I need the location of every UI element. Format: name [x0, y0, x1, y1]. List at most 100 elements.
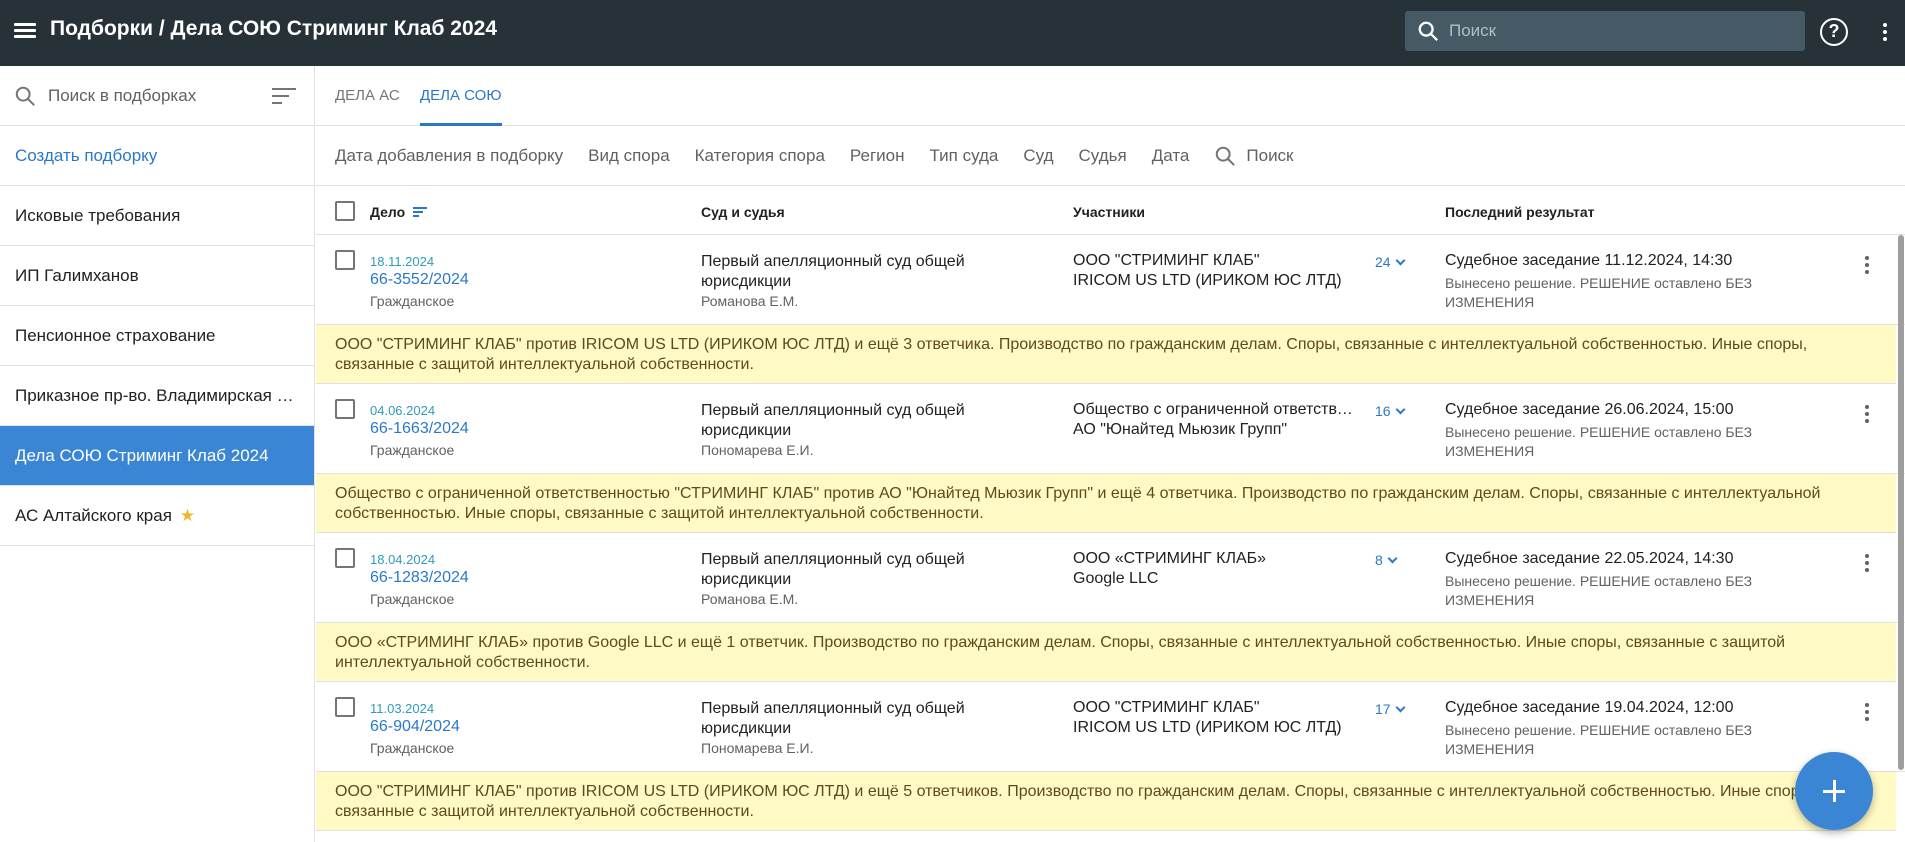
court-name: Первый апелляционный суд общей юрисдикци…	[701, 700, 965, 737]
menu-icon[interactable]	[12, 20, 38, 46]
sidebar-item-label: Исковые требования	[15, 205, 181, 225]
case-number-link[interactable]: 66-904/2024	[370, 718, 460, 736]
search-icon	[1418, 21, 1438, 41]
filter-date[interactable]: Дата	[1152, 146, 1190, 166]
global-search[interactable]	[1405, 11, 1805, 51]
participant: IRICOM US LTD (ИРИКОМ ЮС ЛТД)	[1073, 272, 1342, 289]
page-title: Подборки / Дела СОЮ Стриминг Клаб 2024	[50, 17, 497, 40]
date-added: 04.06.2024	[370, 403, 436, 418]
filter-court-type[interactable]: Тип суда	[930, 146, 999, 166]
sort-icon[interactable]	[272, 88, 296, 106]
participant: АО "Юнайтед Мьюзик Групп"	[1073, 421, 1288, 438]
sidebar-search[interactable]	[0, 66, 314, 126]
table-row[interactable]: 11.03.2024 66-904/2024 Гражданское Первы…	[316, 683, 1905, 772]
tab-arbitration-cases[interactable]: ДЕЛА АС	[335, 66, 400, 126]
scrollbar[interactable]	[1898, 235, 1904, 770]
participants-count-toggle[interactable]: 8	[1375, 552, 1398, 568]
table-row[interactable]: 18.11.2024 66-3552/2024 Гражданское Перв…	[316, 236, 1905, 325]
filter-court[interactable]: Суд	[1023, 146, 1053, 166]
sort-icon[interactable]	[413, 207, 428, 219]
case-summary: ООО "СТРИМИНГ КЛАБ" против IRICOM US LTD…	[316, 325, 1896, 384]
last-result-detail: Вынесено решение. РЕШЕНИЕ оставлено БЕЗ …	[1445, 722, 1753, 757]
sidebar-item[interactable]: ИП Галимханов	[0, 246, 314, 306]
filter-judge[interactable]: Судья	[1079, 146, 1127, 166]
last-result-detail: Вынесено решение. РЕШЕНИЕ оставлено БЕЗ …	[1445, 424, 1753, 459]
date-added: 18.04.2024	[370, 552, 436, 567]
court-name: Первый апелляционный суд общей юрисдикци…	[701, 253, 965, 290]
date-added: 11.03.2024	[370, 701, 435, 716]
table-header: Дело Суд и судья Участники Последний рез…	[316, 187, 1905, 235]
more-vert-icon[interactable]	[1860, 551, 1874, 577]
add-icon[interactable]	[1795, 752, 1873, 830]
sidebar-item-active[interactable]: Дела СОЮ Стриминг Клаб 2024	[0, 426, 314, 486]
row-checkbox[interactable]	[335, 697, 355, 717]
create-collection-button[interactable]: Создать подборку	[0, 126, 314, 186]
sidebar-item[interactable]: Приказное пр-во. Владимирская о...	[0, 366, 314, 426]
column-header-participants: Участники	[1073, 204, 1145, 220]
sidebar: Создать подборку Исковые требования ИП Г…	[0, 66, 315, 842]
filter-region[interactable]: Регион	[850, 146, 905, 166]
sidebar-item-label: АС Алтайского края	[15, 505, 172, 525]
last-result: Судебное заседание 26.06.2024, 15:00	[1445, 401, 1734, 418]
chevron-down-icon	[1395, 702, 1406, 713]
last-result-detail: Вынесено решение. РЕШЕНИЕ оставлено БЕЗ …	[1445, 275, 1753, 310]
tab-general-court-cases[interactable]: ДЕЛА СОЮ	[420, 66, 502, 126]
star-icon: ★	[179, 505, 196, 525]
filter-dispute-category[interactable]: Категория спора	[695, 146, 825, 166]
sidebar-search-input[interactable]	[48, 85, 268, 106]
tab-bar: ДЕЛА АС ДЕЛА СОЮ	[316, 66, 1905, 126]
last-result: Судебное заседание 22.05.2024, 14:30	[1445, 550, 1734, 567]
participants-count: 17	[1375, 701, 1391, 717]
participant: Общество с ограниченной ответственностью…	[1073, 401, 1358, 418]
case-number-link[interactable]: 66-1663/2024	[370, 420, 469, 438]
participant: ООО «СТРИМИНГ КЛАБ»	[1073, 550, 1267, 567]
filter-search-label: Поиск	[1246, 146, 1294, 165]
judge-name: Пономарева Е.И.	[701, 442, 814, 458]
column-header-label: Дело	[370, 204, 406, 220]
case-type: Гражданское	[370, 442, 455, 458]
participants-count-toggle[interactable]: 16	[1375, 403, 1406, 419]
column-header-case[interactable]: Дело	[370, 204, 428, 220]
sidebar-item[interactable]: Пенсионное страхование	[0, 306, 314, 366]
global-search-input[interactable]	[1449, 21, 1779, 41]
case-number-link[interactable]: 66-1283/2024	[370, 569, 469, 587]
row-checkbox[interactable]	[335, 399, 355, 419]
more-vert-icon[interactable]	[1878, 20, 1892, 46]
row-checkbox[interactable]	[335, 250, 355, 270]
row-checkbox[interactable]	[335, 548, 355, 568]
filter-date-added[interactable]: Дата добавления в подборку	[335, 146, 563, 166]
case-number-link[interactable]: 66-3552/2024	[370, 271, 469, 289]
top-app-bar: Подборки / Дела СОЮ Стриминг Клаб 2024 ?	[0, 0, 1905, 66]
case-summary: ООО «СТРИМИНГ КЛАБ» против Google LLC и …	[316, 623, 1896, 682]
table-row[interactable]: 04.06.2024 66-1663/2024 Гражданское Перв…	[316, 385, 1905, 474]
participants-count-toggle[interactable]: 17	[1375, 701, 1406, 717]
search-icon	[1216, 146, 1236, 166]
participants-count: 8	[1375, 552, 1383, 568]
filter-dispute-type[interactable]: Вид спора	[588, 146, 670, 166]
participant: Google LLC	[1073, 570, 1159, 587]
participant: IRICOM US LTD (ИРИКОМ ЮС ЛТД)	[1073, 719, 1342, 736]
filter-search[interactable]: Поиск	[1214, 145, 1294, 167]
table-row[interactable]: 18.04.2024 66-1283/2024 Гражданское Перв…	[316, 534, 1905, 623]
more-vert-icon[interactable]	[1860, 700, 1874, 726]
more-vert-icon[interactable]	[1860, 402, 1874, 428]
case-type: Гражданское	[370, 293, 455, 309]
sidebar-item[interactable]: Исковые требования	[0, 186, 314, 246]
participant: ООО "СТРИМИНГ КЛАБ"	[1073, 699, 1260, 716]
judge-name: Романова Е.М.	[701, 591, 799, 607]
sidebar-item[interactable]: АС Алтайского края ★	[0, 486, 314, 546]
select-all-checkbox[interactable]	[335, 201, 355, 221]
case-summary: Общество с ограниченной ответственностью…	[316, 474, 1896, 533]
participants-count-toggle[interactable]: 24	[1375, 254, 1406, 270]
filter-bar: Дата добавления в подборку Вид спора Кат…	[316, 127, 1905, 186]
sidebar-item-label: Дела СОЮ Стриминг Клаб 2024	[15, 445, 269, 465]
participants-count: 24	[1375, 254, 1391, 270]
judge-name: Пономарева Е.И.	[701, 740, 814, 756]
court-name: Первый апелляционный суд общей юрисдикци…	[701, 402, 965, 439]
help-icon[interactable]: ?	[1820, 18, 1848, 46]
more-vert-icon[interactable]	[1860, 253, 1874, 279]
court-name: Первый апелляционный суд общей юрисдикци…	[701, 551, 965, 588]
search-icon	[15, 86, 35, 106]
participants-count: 16	[1375, 403, 1391, 419]
sidebar-item-label: Приказное пр-во. Владимирская о...	[15, 385, 300, 405]
